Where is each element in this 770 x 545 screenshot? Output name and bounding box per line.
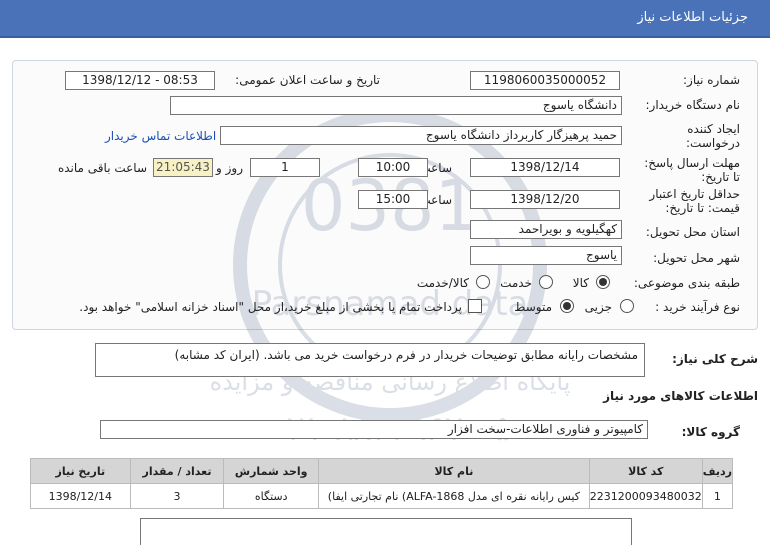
days-count-field: 1 xyxy=(250,158,320,177)
category-option-service: خدمت xyxy=(500,276,532,290)
province-label: استان محل تحویل: xyxy=(645,225,740,239)
col-unit: واحد شمارش xyxy=(223,458,319,484)
payment-note: پرداخت تمام یا بخشی از مبلغ خرید،از محل … xyxy=(79,300,462,314)
validity-date-field: 1398/12/20 xyxy=(470,190,620,209)
goods-group-field: کامپیوتر و فناوری اطلاعات-سخت افزار xyxy=(100,420,648,439)
process-option-minor: جزیی xyxy=(584,300,612,314)
city-label: شهر محل تحویل: xyxy=(653,251,740,265)
category-radio-service[interactable] xyxy=(539,275,553,289)
deadline-date-field: 1398/12/14 xyxy=(470,158,620,177)
need-number-label: شماره نیاز: xyxy=(683,73,740,87)
category-label: طبقه بندی موضوعی: xyxy=(633,276,740,290)
additional-info-box xyxy=(140,518,632,545)
goods-section-title: اطلاعات کالاهای مورد نیاز xyxy=(603,389,758,403)
cell-code: 2231200093480032 xyxy=(588,483,703,509)
buyer-contact-link[interactable]: اطلاعات تماس خریدار xyxy=(105,129,216,143)
table-row: 1 2231200093480032 کیس رایانه نقره ای مد… xyxy=(30,483,734,509)
description-label: شرح کلی نیاز: xyxy=(672,352,758,366)
cell-row: 1 xyxy=(701,483,734,509)
category-option-goods: کالا xyxy=(572,276,589,290)
remaining-time-field: 21:05:43 xyxy=(153,158,213,177)
goods-table: ردیف کد کالا نام کالا واحد شمارش تعداد /… xyxy=(30,458,734,509)
creator-label-2: درخواست: xyxy=(686,136,740,150)
col-name: نام کالا xyxy=(318,458,590,484)
deadline-label-2: تا تاریخ: xyxy=(701,170,740,184)
goods-group-label: گروه کالا: xyxy=(681,425,740,439)
col-code: کد کالا xyxy=(588,458,703,484)
page-title: جزئیات اطلاعات نیاز xyxy=(637,10,748,25)
cell-quantity: 3 xyxy=(129,483,225,509)
goods-table-header: ردیف کد کالا نام کالا واحد شمارش تعداد /… xyxy=(30,458,734,484)
description-field: مشخصات رایانه مطابق توضیحات خریدار در فر… xyxy=(95,343,645,377)
deadline-time-field: 10:00 xyxy=(358,158,428,177)
day-and-label: روز و xyxy=(216,161,243,175)
process-radio-minor[interactable] xyxy=(620,299,634,313)
validity-label-1: حداقل تاریخ اعتبار xyxy=(649,187,740,201)
buyer-org-label: نام دستگاه خریدار: xyxy=(645,98,741,112)
province-field: کهگیلویه و بویراحمد xyxy=(470,220,622,239)
col-row: ردیف xyxy=(701,458,734,484)
validity-time-field: 15:00 xyxy=(358,190,428,209)
process-option-medium: متوسط xyxy=(514,300,552,314)
cell-unit: دستگاه xyxy=(223,483,319,509)
need-number-field: 1198060035000052 xyxy=(470,71,620,90)
category-option-goods-service: کالا/خدمت xyxy=(416,276,469,290)
category-radio-goods[interactable] xyxy=(596,275,610,289)
process-label: نوع فرآیند خرید : xyxy=(655,300,740,314)
page-header: جزئیات اطلاعات نیاز xyxy=(0,0,770,38)
announce-date-label: تاریخ و ساعت اعلان عمومی: xyxy=(235,73,380,87)
city-field: یاسوج xyxy=(470,246,622,265)
creator-label-1: ایجاد کننده xyxy=(687,122,740,136)
col-quantity: تعداد / مقدار xyxy=(129,458,225,484)
cell-name: کیس رایانه نقره ای مدل ALFA-1868) نام تج… xyxy=(318,483,590,509)
creator-field: حمید پرهیزگار کاربرداز دانشگاه یاسوج xyxy=(220,126,622,145)
col-need-date: تاریخ نیاز xyxy=(30,458,131,484)
process-radio-medium[interactable] xyxy=(560,299,574,313)
remaining-time-label: ساعت باقی مانده xyxy=(57,161,147,175)
announce-date-field: 1398/12/12 - 08:53 xyxy=(65,71,215,90)
cell-need-date: 1398/12/14 xyxy=(30,483,131,509)
buyer-org-field: دانشگاه یاسوج xyxy=(170,96,622,115)
deadline-label-1: مهلت ارسال پاسخ: xyxy=(644,156,740,170)
category-radio-goods-service[interactable] xyxy=(476,275,490,289)
validity-label-2: قیمت: تا تاریخ: xyxy=(665,201,740,215)
treasury-bond-checkbox[interactable] xyxy=(468,299,482,313)
